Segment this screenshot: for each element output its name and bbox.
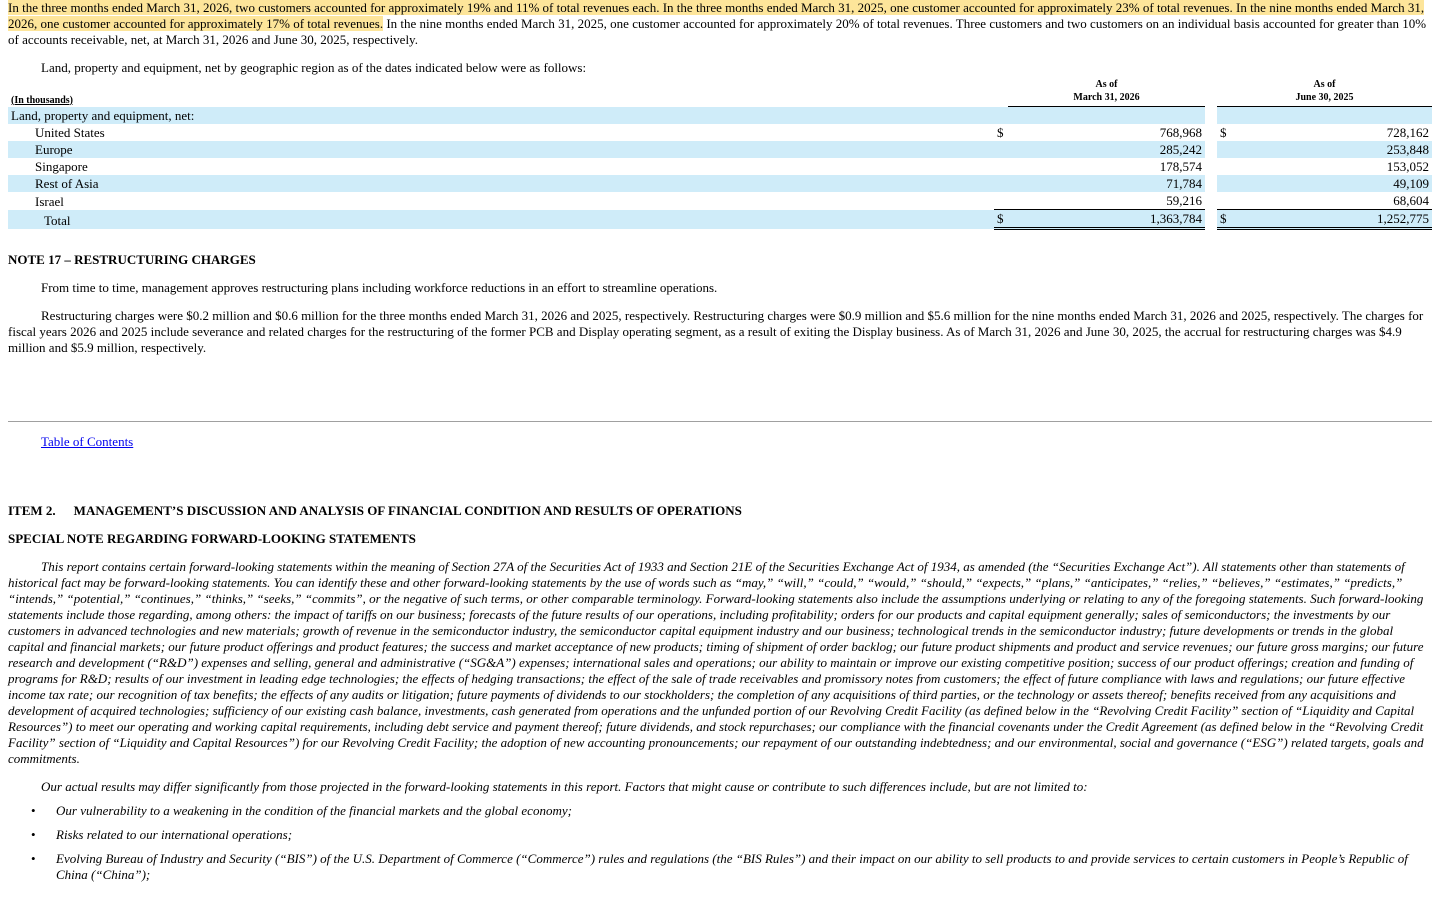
value-march-2026: 178,574: [1159, 159, 1202, 174]
note-17-paragraph-1: From time to time, management approves r…: [41, 280, 718, 295]
note-17-paragraph-2: Restructuring charges were $0.2 million …: [8, 308, 1424, 355]
value-june-2025: 728,162: [1386, 125, 1429, 140]
table-of-contents-link[interactable]: Table of Contents: [41, 434, 133, 449]
table-row: Europe 285,242 253,848: [8, 141, 1432, 158]
list-item-text: Our vulnerability to a weakening in the …: [56, 803, 572, 818]
table-row: Singapore 178,574 153,052: [8, 158, 1432, 175]
value-march-2026: 768,968: [1159, 125, 1202, 140]
row-label: Europe: [8, 141, 994, 158]
value-march-2026: 59,216: [1166, 193, 1202, 208]
row-label: Rest of Asia: [8, 175, 994, 192]
column-header-june-2025: As of June 30, 2025: [1217, 78, 1432, 107]
item-number: ITEM 2.: [8, 503, 56, 518]
bullet-icon: •: [31, 827, 36, 842]
list-item-text: Risks related to our international opera…: [56, 827, 293, 842]
table-header-row: (In thousands) As of March 31, 2026 As of…: [8, 78, 1432, 107]
toc-link-container: Table of Contents: [8, 434, 1432, 450]
geo-intro-paragraph: Land, property and equipment, net by geo…: [41, 60, 587, 75]
column-header-line: As of: [1095, 79, 1118, 90]
currency-symbol: $: [1217, 209, 1231, 230]
row-label: Israel: [35, 193, 64, 209]
currency-symbol: $: [994, 209, 1008, 230]
currency-symbol: $: [997, 125, 1004, 140]
risk-factor-list: • Our vulnerability to a weakening in the…: [8, 803, 1432, 883]
actual-results-paragraph: Our actual results may differ significan…: [41, 779, 1088, 794]
note-17-heading: NOTE 17 – RESTRUCTURING CHARGES: [8, 252, 256, 267]
total-june-2025: 1,252,775: [1231, 209, 1432, 230]
bullet-icon: •: [31, 851, 36, 866]
special-note-heading: SPECIAL NOTE REGARDING FORWARD-LOOKING S…: [8, 531, 416, 546]
column-header-line: March 31, 2026: [1073, 92, 1140, 103]
row-label: United States: [35, 125, 105, 140]
list-item: • Our vulnerability to a weakening in the…: [8, 803, 1432, 819]
item-2-heading: ITEM 2. MANAGEMENT’S DISCUSSION AND ANALY…: [8, 503, 1432, 519]
currency-symbol: $: [1220, 125, 1227, 140]
column-header-line: As of: [1313, 79, 1336, 90]
list-item: • Risks related to our international oper…: [8, 827, 1432, 843]
value-june-2025: 153,052: [1386, 159, 1429, 174]
value-june-2025: 68,604: [1393, 193, 1429, 208]
value-june-2025: 49,109: [1231, 175, 1432, 192]
value-march-2026: 71,784: [1008, 175, 1205, 192]
total-march-2026: 1,363,784: [1008, 209, 1205, 230]
column-header-line: June 30, 2025: [1295, 92, 1354, 103]
customer-concentration-paragraph: In the three months ended March 31, 2026…: [8, 0, 1432, 48]
row-label: Singapore: [35, 159, 88, 174]
document-page: In the three months ended March 31, 2026…: [0, 0, 1440, 883]
unit-label: (In thousands): [11, 94, 73, 106]
section-label: Land, property and equipment, net:: [8, 106, 994, 124]
column-header-march-2026: As of March 31, 2026: [1008, 78, 1205, 107]
page-break-divider: [8, 421, 1432, 422]
list-item-text: Evolving Bureau of Industry and Security…: [56, 851, 1408, 882]
table-row: United States $ 768,968 $ 728,162: [8, 124, 1432, 141]
table-total-row: Total $ 1,363,784 $ 1,252,775: [8, 209, 1432, 230]
bullet-icon: •: [31, 803, 36, 818]
geographic-assets-table: (In thousands) As of March 31, 2026 As of…: [8, 78, 1432, 230]
table-row: Rest of Asia 71,784 49,109: [8, 175, 1432, 192]
item-title: MANAGEMENT’S DISCUSSION AND ANALYSIS OF …: [73, 503, 742, 518]
forward-looking-paragraph: This report contains certain forward-loo…: [8, 559, 1424, 766]
value-march-2026: 285,242: [1008, 141, 1205, 158]
table-row: Israel 59,216 68,604: [8, 192, 1432, 210]
value-june-2025: 253,848: [1231, 141, 1432, 158]
total-label: Total: [8, 209, 994, 229]
list-item: • Evolving Bureau of Industry and Securit…: [8, 851, 1432, 883]
table-section-row: Land, property and equipment, net:: [8, 106, 1432, 124]
